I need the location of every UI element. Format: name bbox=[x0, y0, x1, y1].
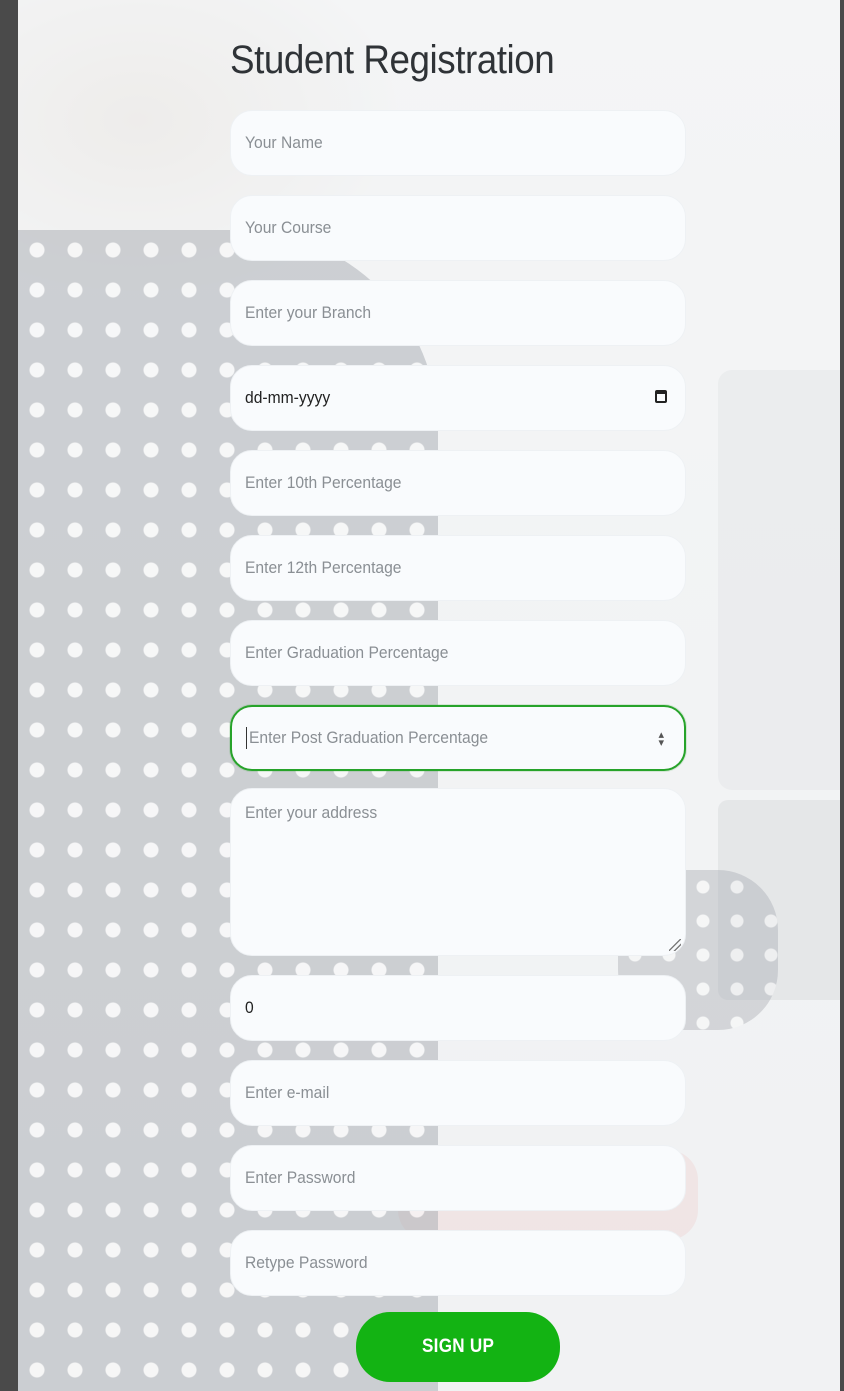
tenth-percentage-placeholder: Enter 10th Percentage bbox=[245, 473, 402, 492]
text-cursor bbox=[246, 727, 247, 749]
date-value: dd-mm-yyyy bbox=[245, 388, 331, 407]
page-title: Student Registration bbox=[230, 38, 555, 82]
address-placeholder: Enter your address bbox=[245, 803, 378, 822]
retype-password-field[interactable]: Retype Password bbox=[230, 1230, 686, 1296]
name-field[interactable]: Your Name bbox=[230, 110, 686, 176]
twelfth-percentage-placeholder: Enter 12th Percentage bbox=[245, 558, 402, 577]
post-graduation-percentage-placeholder: Enter Post Graduation Percentage bbox=[249, 728, 489, 747]
graduation-percentage-placeholder: Enter Graduation Percentage bbox=[245, 643, 449, 662]
branch-placeholder: Enter your Branch bbox=[245, 303, 372, 322]
branch-field[interactable]: Enter your Branch bbox=[230, 280, 686, 346]
password-placeholder: Enter Password bbox=[245, 1168, 356, 1187]
phone-field[interactable]: 0 bbox=[230, 975, 686, 1041]
name-placeholder: Your Name bbox=[245, 133, 323, 152]
course-field[interactable]: Your Course bbox=[230, 195, 686, 261]
address-textarea[interactable]: Enter your address bbox=[230, 788, 686, 956]
course-placeholder: Your Course bbox=[245, 218, 332, 237]
post-graduation-percentage-field[interactable]: Enter Post Graduation Percentage ▴ ▾ bbox=[230, 705, 686, 771]
phone-value: 0 bbox=[245, 998, 254, 1017]
tenth-percentage-field[interactable]: Enter 10th Percentage bbox=[230, 450, 686, 516]
resize-handle-icon[interactable] bbox=[669, 939, 681, 951]
graduation-percentage-field[interactable]: Enter Graduation Percentage bbox=[230, 620, 686, 686]
twelfth-percentage-field[interactable]: Enter 12th Percentage bbox=[230, 535, 686, 601]
calendar-icon[interactable] bbox=[655, 390, 667, 403]
retype-password-placeholder: Retype Password bbox=[245, 1253, 368, 1272]
sign-up-label: SIGN UP bbox=[421, 1336, 495, 1357]
spinner-arrows-icon[interactable]: ▴ ▾ bbox=[658, 730, 664, 749]
email-placeholder: Enter e-mail bbox=[245, 1083, 330, 1102]
email-field[interactable]: Enter e-mail bbox=[230, 1060, 686, 1126]
sign-up-button[interactable]: SIGN UP bbox=[356, 1312, 560, 1382]
date-of-birth-field[interactable]: dd-mm-yyyy bbox=[230, 365, 686, 431]
password-field[interactable]: Enter Password bbox=[230, 1145, 686, 1211]
